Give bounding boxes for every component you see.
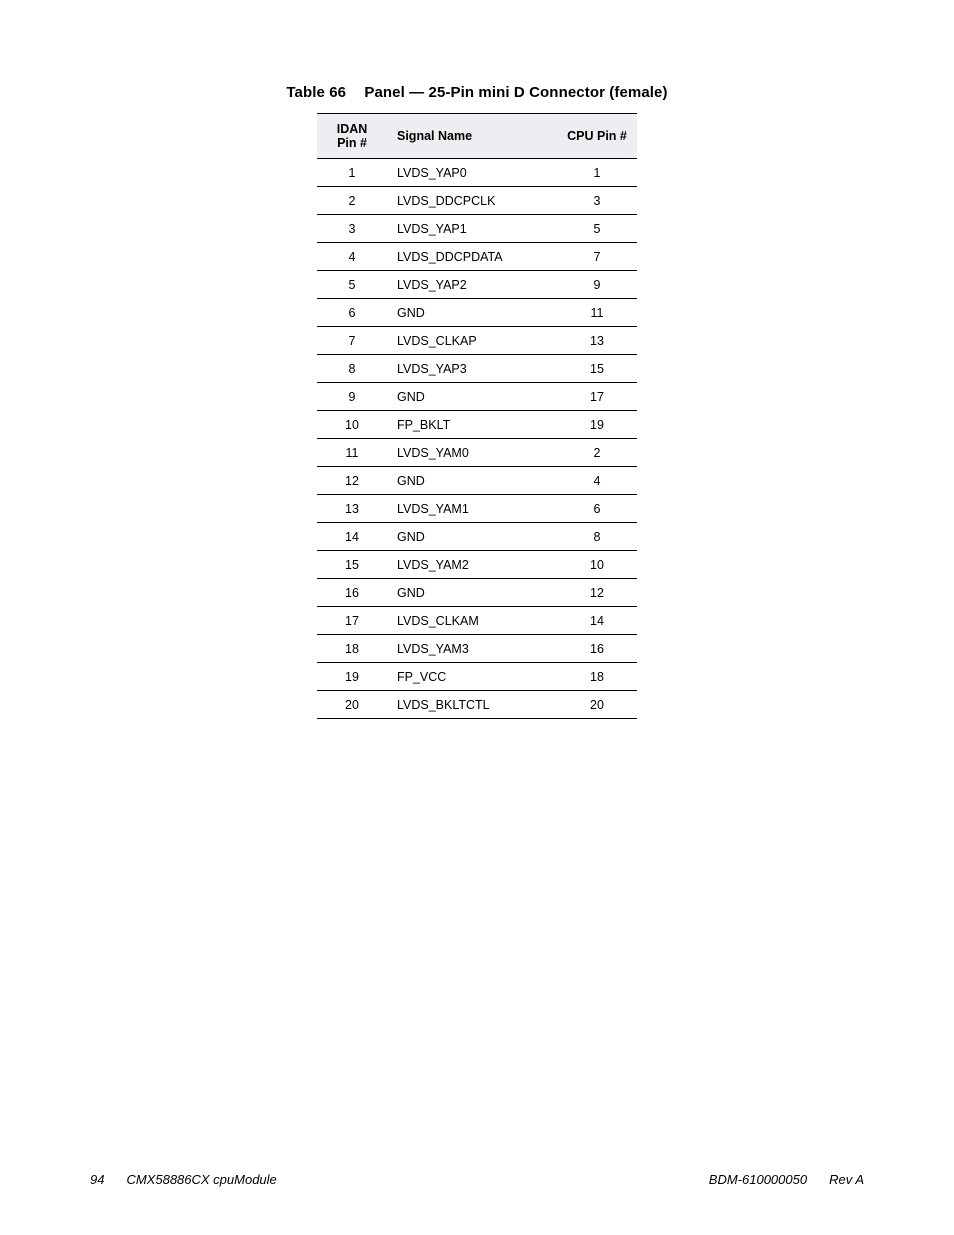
cell-signal: LVDS_YAM0 — [387, 439, 557, 467]
cell-cpu: 3 — [557, 187, 637, 215]
col-header-signal: Signal Name — [387, 114, 557, 159]
table-row: 6GND11 — [317, 299, 637, 327]
cell-cpu: 17 — [557, 383, 637, 411]
footer-left: 94 CMX58886CX cpuModule — [90, 1172, 277, 1187]
cell-idan: 4 — [317, 243, 387, 271]
table-title: Panel — 25-Pin mini D Connector (female) — [364, 84, 667, 101]
cell-cpu: 2 — [557, 439, 637, 467]
cell-idan: 17 — [317, 607, 387, 635]
cell-cpu: 14 — [557, 607, 637, 635]
pin-table: IDAN Pin # Signal Name CPU Pin # 1LVDS_Y… — [317, 113, 637, 719]
table-row: 4LVDS_DDCPDATA7 — [317, 243, 637, 271]
cell-signal: GND — [387, 523, 557, 551]
table-row: 8LVDS_YAP315 — [317, 355, 637, 383]
cell-idan: 10 — [317, 411, 387, 439]
cell-cpu: 7 — [557, 243, 637, 271]
cell-cpu: 8 — [557, 523, 637, 551]
cell-signal: GND — [387, 383, 557, 411]
col-header-idan: IDAN Pin # — [317, 114, 387, 159]
cell-signal: LVDS_YAP1 — [387, 215, 557, 243]
cell-idan: 11 — [317, 439, 387, 467]
cell-signal: GND — [387, 579, 557, 607]
cell-idan: 2 — [317, 187, 387, 215]
table-row: 17LVDS_CLKAM14 — [317, 607, 637, 635]
cell-signal: LVDS_YAM2 — [387, 551, 557, 579]
cell-signal: LVDS_YAP0 — [387, 159, 557, 187]
cell-idan: 20 — [317, 691, 387, 719]
cell-cpu: 19 — [557, 411, 637, 439]
cell-cpu: 5 — [557, 215, 637, 243]
cell-signal: LVDS_YAP2 — [387, 271, 557, 299]
cell-idan: 18 — [317, 635, 387, 663]
doc-code: BDM-610000050 — [709, 1172, 807, 1187]
page-number: 94 — [90, 1172, 104, 1187]
table-row: 20LVDS_BKLTCTL20 — [317, 691, 637, 719]
cell-cpu: 18 — [557, 663, 637, 691]
footer-right: BDM-610000050 Rev A — [709, 1172, 864, 1187]
table-row: 2LVDS_DDCPCLK3 — [317, 187, 637, 215]
cell-idan: 12 — [317, 467, 387, 495]
cell-cpu: 15 — [557, 355, 637, 383]
cell-idan: 13 — [317, 495, 387, 523]
table-row: 9GND17 — [317, 383, 637, 411]
cell-signal: FP_BKLT — [387, 411, 557, 439]
cell-idan: 3 — [317, 215, 387, 243]
doc-title: CMX58886CX cpuModule — [126, 1172, 276, 1187]
cell-idan: 15 — [317, 551, 387, 579]
document-page: Table 66 Panel — 25-Pin mini D Connector… — [0, 0, 954, 1235]
cell-cpu: 12 — [557, 579, 637, 607]
cell-cpu: 6 — [557, 495, 637, 523]
cell-signal: GND — [387, 299, 557, 327]
cell-idan: 5 — [317, 271, 387, 299]
cell-cpu: 11 — [557, 299, 637, 327]
table-header-row: IDAN Pin # Signal Name CPU Pin # — [317, 114, 637, 159]
cell-cpu: 1 — [557, 159, 637, 187]
cell-signal: LVDS_YAP3 — [387, 355, 557, 383]
table-row: 14GND8 — [317, 523, 637, 551]
table-body: 1LVDS_YAP012LVDS_DDCPCLK33LVDS_YAP154LVD… — [317, 159, 637, 719]
cell-idan: 19 — [317, 663, 387, 691]
col-header-cpu: CPU Pin # — [557, 114, 637, 159]
table-row: 10FP_BKLT19 — [317, 411, 637, 439]
table-row: 13LVDS_YAM16 — [317, 495, 637, 523]
table-row: 5LVDS_YAP29 — [317, 271, 637, 299]
cell-signal: LVDS_YAM3 — [387, 635, 557, 663]
table-row: 15LVDS_YAM210 — [317, 551, 637, 579]
table-row: 18LVDS_YAM316 — [317, 635, 637, 663]
table-row: 16GND12 — [317, 579, 637, 607]
table-row: 12GND4 — [317, 467, 637, 495]
table-caption: Table 66 Panel — 25-Pin mini D Connector… — [90, 84, 864, 101]
cell-cpu: 13 — [557, 327, 637, 355]
cell-signal: GND — [387, 467, 557, 495]
doc-rev: Rev A — [829, 1172, 864, 1187]
cell-signal: LVDS_CLKAP — [387, 327, 557, 355]
cell-idan: 7 — [317, 327, 387, 355]
cell-signal: LVDS_BKLTCTL — [387, 691, 557, 719]
cell-cpu: 4 — [557, 467, 637, 495]
table-row: 7LVDS_CLKAP13 — [317, 327, 637, 355]
cell-idan: 1 — [317, 159, 387, 187]
cell-idan: 6 — [317, 299, 387, 327]
cell-signal: LVDS_DDCPDATA — [387, 243, 557, 271]
page-footer: 94 CMX58886CX cpuModule BDM-610000050 Re… — [90, 1172, 864, 1187]
table-row: 11LVDS_YAM02 — [317, 439, 637, 467]
table-label: Table 66 — [286, 84, 346, 101]
table-row: 3LVDS_YAP15 — [317, 215, 637, 243]
cell-signal: FP_VCC — [387, 663, 557, 691]
table-row: 19FP_VCC18 — [317, 663, 637, 691]
cell-cpu: 20 — [557, 691, 637, 719]
cell-signal: LVDS_YAM1 — [387, 495, 557, 523]
cell-signal: LVDS_CLKAM — [387, 607, 557, 635]
cell-cpu: 9 — [557, 271, 637, 299]
table-row: 1LVDS_YAP01 — [317, 159, 637, 187]
cell-cpu: 16 — [557, 635, 637, 663]
cell-idan: 9 — [317, 383, 387, 411]
cell-signal: LVDS_DDCPCLK — [387, 187, 557, 215]
cell-idan: 8 — [317, 355, 387, 383]
cell-cpu: 10 — [557, 551, 637, 579]
cell-idan: 14 — [317, 523, 387, 551]
cell-idan: 16 — [317, 579, 387, 607]
